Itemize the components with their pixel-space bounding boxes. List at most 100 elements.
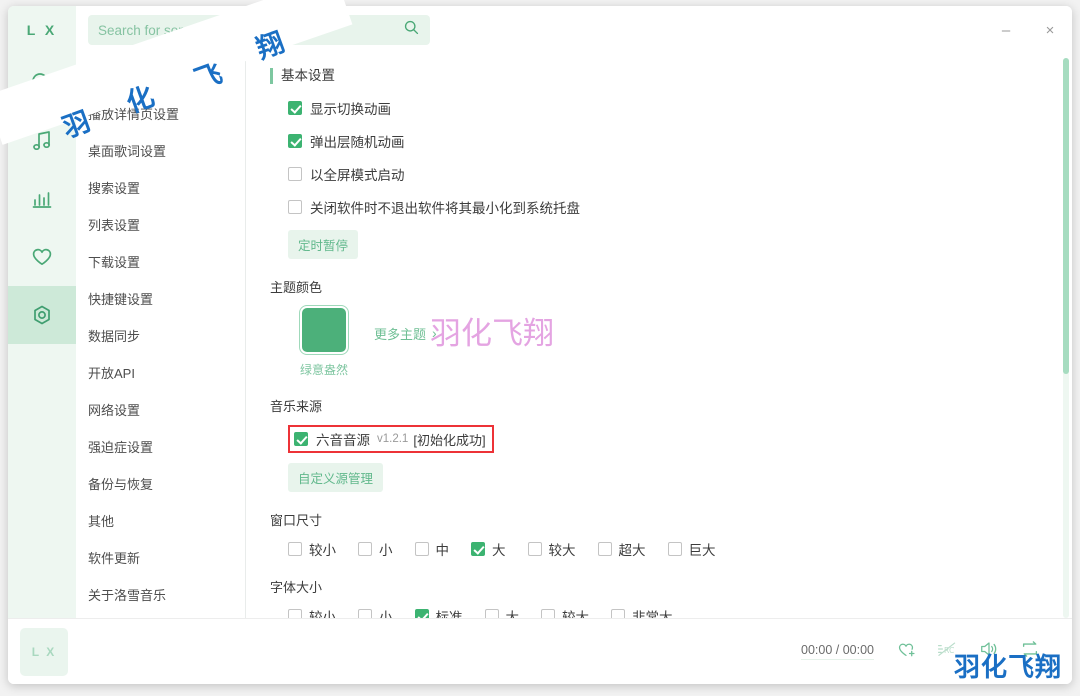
nav-item-search[interactable]: 搜索设置 xyxy=(76,169,245,206)
rail-item-music-library[interactable] xyxy=(8,112,76,170)
nav-group-basic[interactable]: ▸ 基本设置 xyxy=(76,68,245,95)
font-size-option-standard[interactable]: 标准 xyxy=(414,606,463,618)
rail-item-favorites[interactable] xyxy=(8,228,76,286)
more-themes-link[interactable]: 更多主题 › xyxy=(374,324,437,343)
nav-item-hotkey[interactable]: 快捷键设置 xyxy=(76,280,245,317)
section-title-theme: 主题颜色 xyxy=(270,280,323,295)
font-size-option-smaller[interactable]: 较小 xyxy=(288,606,336,618)
checkbox-row-switch-animation[interactable]: 显示切换动画 xyxy=(288,98,1046,118)
checkbox-label: 以全屏模式启动 xyxy=(310,168,405,183)
rail-item-settings[interactable] xyxy=(8,286,76,344)
panel-scrollbar[interactable] xyxy=(1063,58,1069,618)
search-icon xyxy=(29,70,55,96)
option-label: 大 xyxy=(505,610,520,618)
window-size-option-medium[interactable]: 中 xyxy=(414,539,449,559)
player-bar: L X 00:00 / 00:00 RC xyxy=(8,618,1072,684)
window-size-option-larger[interactable]: 较大 xyxy=(527,539,576,559)
checkbox-window-size[interactable] xyxy=(358,542,372,556)
window-size-option-huge[interactable]: 巨大 xyxy=(667,539,716,559)
search-input[interactable] xyxy=(98,22,403,38)
option-label: 小 xyxy=(379,543,393,558)
checkbox-window-size[interactable] xyxy=(667,542,682,556)
option-label: 大 xyxy=(492,543,506,558)
window-size-option-extra-large[interactable]: 超大 xyxy=(597,539,646,559)
nav-item-update[interactable]: 软件更新 xyxy=(76,539,245,576)
checkbox-row-popup-animation[interactable]: 弹出层随机动画 xyxy=(288,131,1046,151)
player-icon-group: RC xyxy=(896,639,1040,664)
settings-nav: ▸ 基本设置 播放详情页设置 桌面歌词设置 搜索设置 列表设置 下载设置 快捷键… xyxy=(76,54,246,618)
app-root: L X Search for something... – × ▸ 基本设置 播… xyxy=(0,0,1080,696)
scrollbar-thumb[interactable] xyxy=(1063,58,1069,374)
rail-item-search[interactable] xyxy=(8,54,76,112)
nav-item-play-detail[interactable]: 播放详情页设置 xyxy=(76,95,245,132)
nav-group-label: 基本设置 xyxy=(96,71,149,86)
font-size-option-large[interactable]: 大 xyxy=(484,606,520,618)
checkbox-window-size[interactable] xyxy=(597,542,612,556)
playback-time: 00:00 / 00:00 xyxy=(801,643,874,660)
checkbox-label: 显示切换动画 xyxy=(310,102,391,117)
checkbox-window-size[interactable] xyxy=(288,542,302,556)
custom-source-manage-button[interactable]: 自定义源管理 xyxy=(288,463,384,492)
chevron-right-icon: ▸ xyxy=(86,72,92,83)
nav-item-desktop-lyric[interactable]: 桌面歌词设置 xyxy=(76,132,245,169)
checkbox-label: 弹出层随机动画 xyxy=(310,135,405,150)
checkbox-font-size[interactable] xyxy=(358,609,372,618)
nav-item-backup[interactable]: 备份与恢复 xyxy=(76,465,245,502)
checkbox-minimize-to-tray[interactable] xyxy=(288,200,302,214)
nav-item-network[interactable]: 网络设置 xyxy=(76,391,245,428)
theme-row: 绿意盎然 更多主题 › xyxy=(280,305,1046,378)
checkbox-font-size[interactable] xyxy=(484,609,499,618)
checkbox-font-size[interactable] xyxy=(288,609,302,618)
checkbox-fullscreen-start[interactable] xyxy=(288,167,302,181)
window-controls: – × xyxy=(984,6,1072,54)
checkbox-font-size[interactable] xyxy=(541,609,555,618)
checkbox-window-size[interactable] xyxy=(471,542,485,556)
window-size-option-large[interactable]: 大 xyxy=(471,539,506,559)
search-submit-icon[interactable] xyxy=(403,19,420,41)
nav-item-list[interactable]: 列表设置 xyxy=(76,206,245,243)
nav-item-ocd[interactable]: 强迫症设置 xyxy=(76,428,245,465)
nav-item-about[interactable]: 关于洛雪音乐 xyxy=(76,576,245,613)
gear-icon xyxy=(29,302,55,328)
nav-item-download[interactable]: 下载设置 xyxy=(76,243,245,280)
checkbox-switch-animation[interactable] xyxy=(288,101,302,115)
section-title-source: 音乐来源 xyxy=(270,399,323,414)
option-label: 标准 xyxy=(435,610,463,618)
nav-item-data-sync[interactable]: 数据同步 xyxy=(76,317,245,354)
repeat-mode-icon[interactable] xyxy=(1020,639,1040,664)
option-label: 较大 xyxy=(548,543,576,558)
theme-swatch-item[interactable]: 绿意盎然 xyxy=(280,305,368,378)
volume-icon[interactable] xyxy=(978,639,1000,664)
font-size-option-small[interactable]: 小 xyxy=(358,606,393,618)
checkbox-window-size[interactable] xyxy=(527,542,542,556)
minimize-button[interactable]: – xyxy=(984,6,1028,54)
main-column: – × ▸ 基本设置 播放详情页设置 桌面歌词设置 搜索设置 xyxy=(76,6,1072,618)
font-size-option-larger[interactable]: 较大 xyxy=(541,606,589,618)
checkbox-row-minimize-to-tray[interactable]: 关闭软件时不退出软件将其最小化到系统托盘 xyxy=(288,197,1046,217)
close-button[interactable]: × xyxy=(1028,6,1072,54)
theme-color-swatch[interactable] xyxy=(299,305,349,355)
option-label: 较小 xyxy=(309,543,336,558)
font-size-option-very-large[interactable]: 非常大 xyxy=(611,606,673,618)
checkbox-row-fullscreen-start[interactable]: 以全屏模式启动 xyxy=(288,164,1046,184)
checkbox-window-size[interactable] xyxy=(414,542,429,556)
checkbox-popup-animation[interactable] xyxy=(288,134,302,148)
top-bar: – × xyxy=(76,6,1072,54)
checkbox-font-size[interactable] xyxy=(414,609,429,618)
nav-item-open-api[interactable]: 开放API xyxy=(76,354,245,391)
rail-item-ranking[interactable] xyxy=(8,170,76,228)
left-icon-rail: L X xyxy=(8,6,76,618)
theme-swatch-label: 绿意盎然 xyxy=(299,363,348,377)
chevron-right-icon: › xyxy=(432,325,437,341)
checkbox-font-size[interactable] xyxy=(611,609,625,618)
lyric-toggle-icon[interactable]: RC xyxy=(936,639,958,664)
timer-pause-button[interactable]: 定时暂停 xyxy=(288,230,359,259)
checkbox-music-source[interactable] xyxy=(294,432,308,446)
option-label: 小 xyxy=(379,610,393,618)
window-size-option-smaller[interactable]: 较小 xyxy=(288,539,336,559)
section-title-basic: 基本设置 xyxy=(270,68,1046,84)
window-size-option-small[interactable]: 小 xyxy=(358,539,393,559)
nav-item-other[interactable]: 其他 xyxy=(76,502,245,539)
add-to-favorites-icon[interactable] xyxy=(896,639,916,664)
search-box[interactable] xyxy=(88,15,430,45)
